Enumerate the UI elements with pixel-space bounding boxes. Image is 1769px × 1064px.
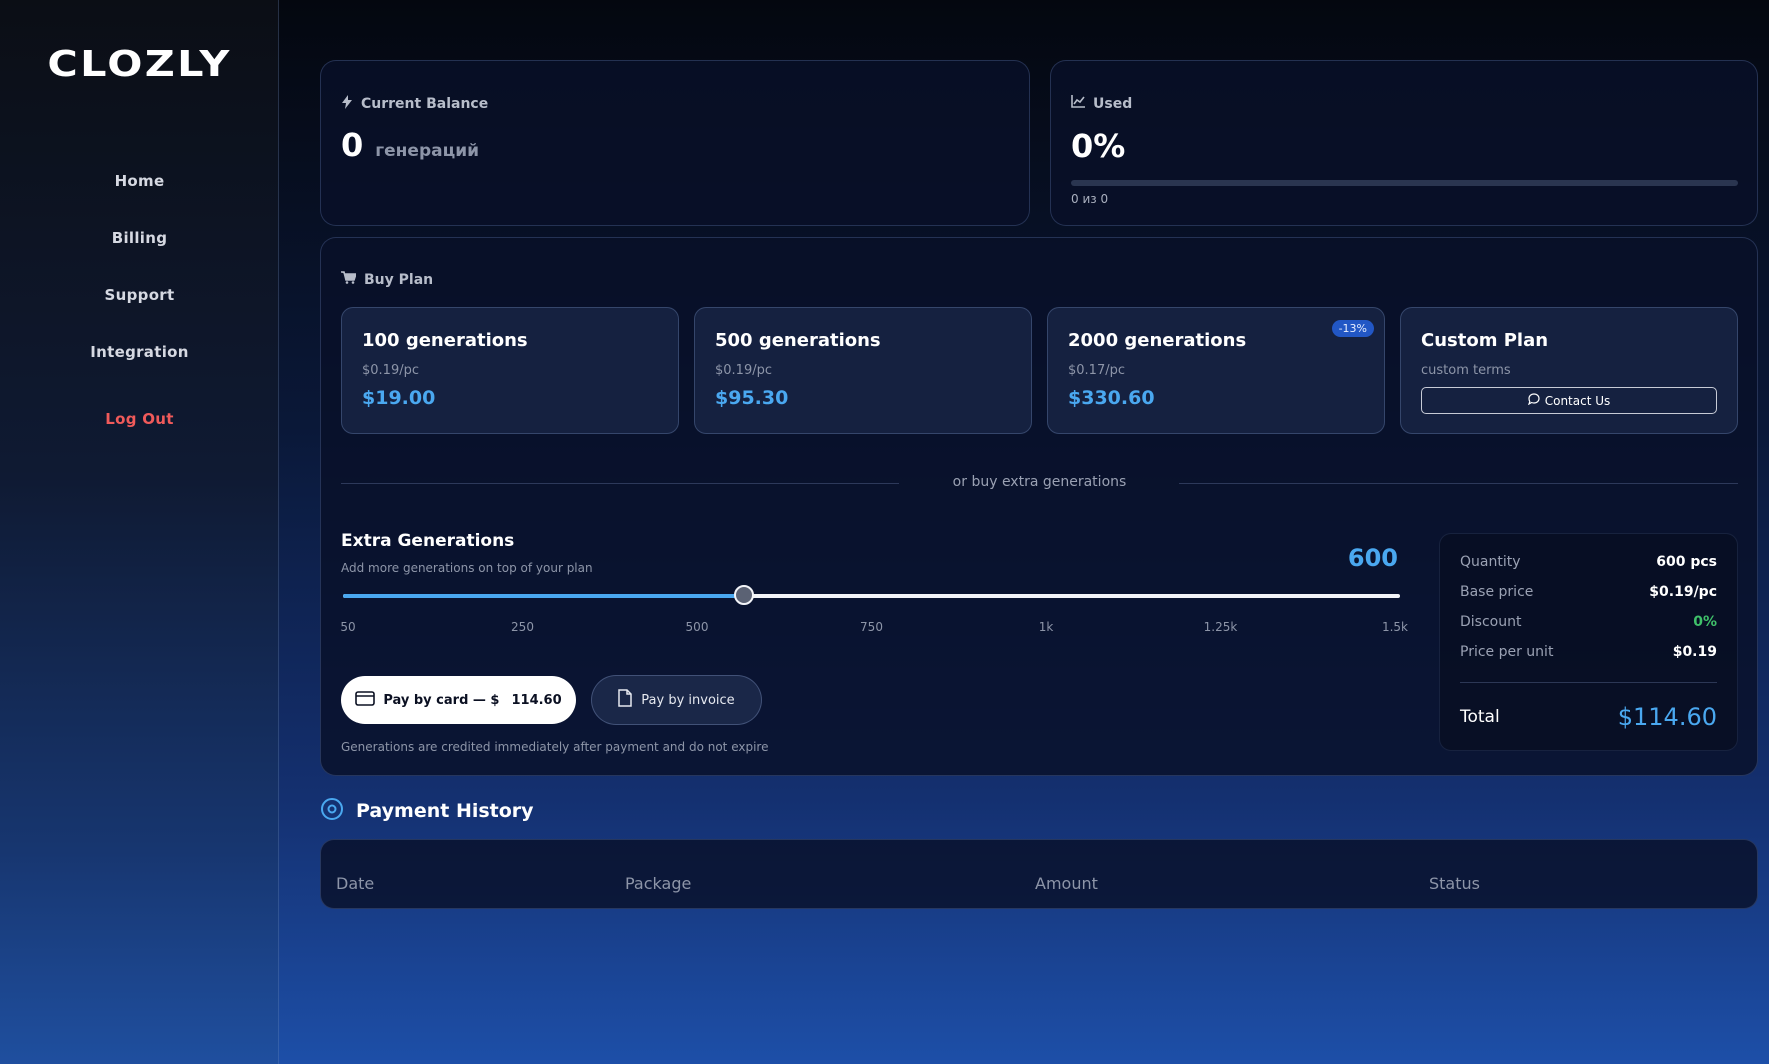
bolt-icon	[341, 95, 353, 113]
summary-total-row: Total $114.60	[1460, 703, 1717, 731]
cart-icon	[341, 271, 358, 288]
balance-title: Current Balance	[361, 96, 489, 112]
plan-card-2000[interactable]: -13% 2000 generations $0.17/pc $330.60	[1047, 307, 1385, 434]
balance-value: 0	[341, 126, 364, 164]
plan-terms: custom terms	[1421, 363, 1511, 378]
used-caption: 0 из 0	[1071, 192, 1109, 206]
summary-value: $0.19/pc	[1649, 584, 1717, 600]
summary-label: Base price	[1460, 584, 1534, 600]
nav-item-integration[interactable]: Integration	[0, 343, 279, 361]
plan-name: 2000 generations	[1068, 330, 1247, 351]
extra-value: 600	[1347, 544, 1398, 572]
column-header-package: Package	[625, 874, 692, 893]
order-summary: Quantity 600 pcs Base price $0.19/pc Dis…	[1439, 533, 1738, 751]
payment-history-title: Payment History	[356, 800, 534, 822]
extra-subtitle: Add more generations on top of your plan	[341, 561, 593, 575]
plan-card-custom: Custom Plan custom terms Contact Us	[1400, 307, 1738, 434]
summary-label: Discount	[1460, 614, 1522, 630]
used-title: Used	[1093, 95, 1133, 112]
pay-by-invoice-label: Pay by invoice	[641, 692, 735, 708]
used-card: Used 0% 0 из 0	[1050, 60, 1758, 226]
nav-item-support[interactable]: Support	[0, 286, 279, 304]
payment-note: Generations are credited immediately aft…	[341, 740, 769, 754]
used-percent: 0%	[1071, 127, 1126, 165]
plan-name: 100 generations	[362, 330, 528, 351]
brand-logo[interactable]: CLOZLY	[0, 44, 300, 85]
divider-text: or buy extra generations	[952, 474, 1127, 490]
extra-title: Extra Generations	[341, 531, 515, 551]
plan-per-unit: $0.19/pc	[715, 363, 772, 378]
slider-tick-label: 50	[340, 620, 356, 634]
balance-card-header: Current Balance	[341, 95, 488, 113]
column-header-date: Date	[336, 874, 375, 893]
used-progress-bar	[1071, 180, 1738, 186]
nav-item-home[interactable]: Home	[0, 172, 279, 190]
summary-divider	[1460, 682, 1717, 683]
slider-tick-label: 1.25k	[1203, 620, 1238, 634]
summary-discount-value: 0%	[1693, 614, 1717, 630]
pay-by-card-button[interactable]: Pay by card — $ 114.60	[341, 676, 576, 724]
summary-value: 600 pcs	[1656, 554, 1717, 570]
balance-unit: генераций	[375, 141, 480, 161]
summary-quantity-row: Quantity 600 pcs	[1460, 554, 1717, 570]
balance-card: Current Balance 0 генераций	[320, 60, 1030, 226]
slider-tick-label: 1k	[1038, 620, 1054, 634]
pay-by-card-amount: 114.60	[511, 692, 562, 708]
plan-price: $95.30	[715, 387, 789, 409]
plan-per-unit: $0.19/pc	[362, 363, 419, 378]
summary-total-label: Total	[1460, 707, 1500, 727]
buy-plan-header: Buy Plan	[341, 271, 433, 288]
summary-total-value: $114.60	[1617, 703, 1717, 731]
discount-badge: -13%	[1331, 320, 1374, 337]
divider-left	[341, 483, 899, 484]
balance-value-row: 0 генераций	[341, 126, 479, 164]
plan-card-100[interactable]: 100 generations $0.19/pc $19.00	[341, 307, 679, 434]
contact-us-button[interactable]: Contact Us	[1421, 387, 1717, 414]
divider-right	[1179, 483, 1738, 484]
slider-tick-label: 1.5k	[1381, 620, 1409, 634]
pay-by-invoice-button[interactable]: Pay by invoice	[591, 675, 762, 725]
plan-name: Custom Plan	[1421, 330, 1549, 351]
nav-item-billing[interactable]: Billing	[0, 229, 279, 247]
plan-name: 500 generations	[715, 330, 881, 351]
quantity-slider[interactable]	[343, 585, 1400, 605]
payment-history-header: Payment History	[320, 797, 534, 825]
plan-per-unit: $0.17/pc	[1068, 363, 1125, 378]
history-icon	[320, 797, 344, 825]
column-header-amount: Amount	[1035, 874, 1098, 893]
chat-bubble-icon	[1527, 393, 1540, 408]
summary-unit-row: Price per unit $0.19	[1460, 644, 1717, 660]
logout-button[interactable]: Log Out	[0, 410, 279, 428]
chart-line-icon	[1071, 95, 1085, 112]
contact-us-label: Contact Us	[1544, 393, 1611, 408]
summary-value: $0.19	[1672, 644, 1717, 660]
sidebar: CLOZLY Home Billing Support Integration …	[0, 0, 279, 1064]
buy-plan-title: Buy Plan	[364, 271, 434, 288]
document-icon	[618, 689, 633, 711]
summary-label: Quantity	[1460, 554, 1521, 570]
slider-tick-label: 250	[511, 620, 534, 634]
slider-thumb[interactable]	[733, 585, 754, 605]
summary-discount-row: Discount 0%	[1460, 614, 1717, 630]
summary-label: Price per unit	[1460, 644, 1554, 660]
column-header-status: Status	[1429, 874, 1480, 893]
plan-price: $330.60	[1068, 387, 1155, 409]
used-card-header: Used	[1071, 95, 1132, 112]
credit-card-icon	[355, 690, 376, 710]
slider-tick-label: 500	[685, 620, 709, 634]
plan-card-500[interactable]: 500 generations $0.19/pc $95.30	[694, 307, 1032, 434]
plan-price: $19.00	[362, 387, 436, 409]
summary-base-row: Base price $0.19/pc	[1460, 584, 1717, 600]
slider-tick-label: 750	[860, 620, 883, 634]
pay-by-card-label: Pay by card — $	[383, 692, 500, 708]
slider-fill	[343, 594, 744, 598]
